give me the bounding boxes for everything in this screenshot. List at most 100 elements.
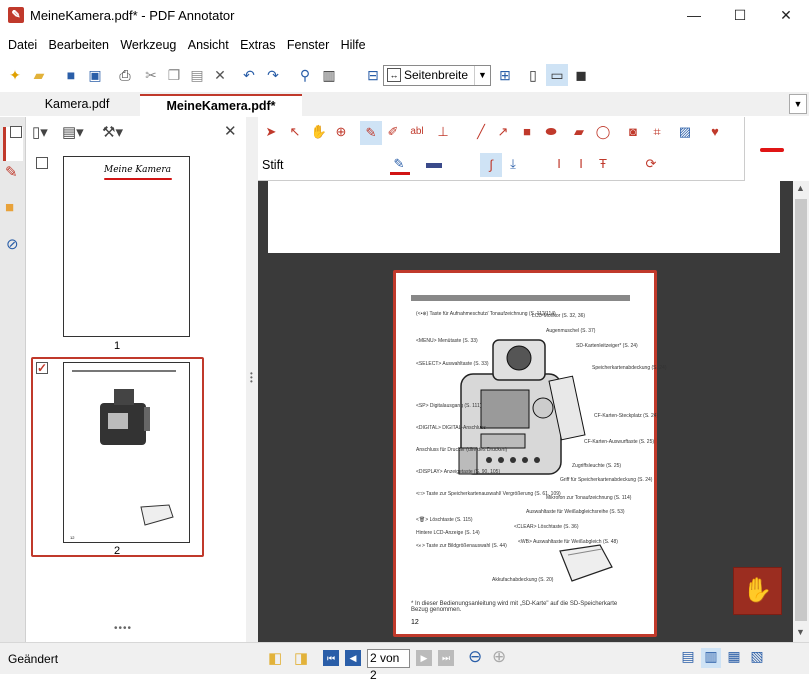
prev-page-icon[interactable]: ◀ [345,650,361,666]
hand-tool-icon[interactable]: ✋ [733,567,782,615]
cut-icon[interactable]: ✂ [140,64,162,86]
single-page-layout-icon[interactable]: ▤ [678,648,698,668]
resize-grip[interactable]: •••• [114,623,132,634]
next-document-icon[interactable]: ◨ [294,649,308,667]
menu-fenster[interactable]: Fenster [283,35,333,52]
text-squiggly-icon[interactable]: I [572,155,590,173]
save-as-icon[interactable]: ▣ [84,64,106,86]
tab-meinekamera[interactable]: MeineKamera.pdf* [140,94,302,116]
label-right: LCD-Monitor (S. 32, 36) [532,313,586,319]
ellipse-icon[interactable]: ⬬ [542,123,560,141]
zoom-out-icon[interactable]: ⊟ [362,64,384,86]
forward-icon[interactable]: ⊕ [492,647,506,667]
camera-icon[interactable]: ◙ [624,123,642,141]
open-folder-icon[interactable]: ▰ [28,64,50,86]
menu-bearbeiten[interactable]: Bearbeiten [45,35,113,52]
find-icon[interactable]: ⚲ [294,64,316,86]
crop-icon[interactable]: ⌗ [648,123,666,141]
pen-tool-icon[interactable]: ✎ [360,121,382,145]
text-box-icon[interactable]: abl [408,123,426,141]
page-2[interactable]: (<•⊕) Taste für Aufnahmeschutz/ Tonaufze… [393,270,667,637]
pen-width-swatch[interactable] [426,163,442,168]
text-select-icon[interactable]: ↖ [286,123,304,141]
first-page-icon[interactable]: ⏮ [323,650,339,666]
paste-icon[interactable]: ▤ [186,64,208,86]
fit-width-icon[interactable]: ▭ [546,64,568,86]
favorites-heart-icon[interactable]: ♥ [706,123,724,141]
document-view[interactable]: (<•⊕) Taste für Aufnahmeschutz/ Tonaufze… [258,181,793,642]
copy-icon[interactable]: ❐ [163,64,185,86]
lasso-icon[interactable]: ◯ [594,123,612,141]
close-panel-icon[interactable]: ✕ [224,122,237,140]
vertical-scrollbar[interactable]: ▲ ▼ [793,181,809,642]
text-strikeout-icon[interactable]: Ŧ [594,155,612,173]
smooth-stroke-icon[interactable]: ∫ [480,153,502,177]
undo-icon[interactable]: ↶ [238,64,260,86]
stamp-icon[interactable]: ⊥ [434,123,452,141]
pdf-annotator-icon: ✎ [8,7,24,23]
text-underline-icon[interactable]: I [550,155,568,173]
status-text: Geändert [8,652,59,666]
thumbnail-page-1[interactable]: Meine Kamera [63,156,190,337]
bookmark-icon[interactable]: ▥ [318,64,340,86]
back-icon[interactable]: ⊖ [468,647,482,667]
thumbnail-checkbox-checked[interactable]: ✓ [36,362,48,374]
book-icon[interactable]: ▤▾ [62,123,84,141]
hand-icon[interactable]: ✋ [310,123,328,141]
zoom-select[interactable]: ↔ Seitenbreite ▼ [383,65,491,86]
straighten-icon[interactable]: ⤓ [504,155,522,173]
insert-image-icon[interactable]: ▨ [676,123,694,141]
magnifier-icon[interactable]: ⊕ [332,123,350,141]
battery-cover-illustration [559,544,613,582]
page-icon[interactable]: ▯▾ [32,123,48,141]
thumbnail-page-2[interactable]: 12 [63,362,190,543]
label-right: Akkufachabdeckung (S. 20) [492,577,554,583]
redo-icon[interactable]: ↷ [262,64,284,86]
close-button[interactable]: ✕ [763,0,809,31]
wrench-icon[interactable]: ⚒▾ [102,123,123,141]
arrow-icon[interactable]: ↗ [494,123,512,141]
line-icon[interactable]: ╱ [472,123,490,141]
book-layout-icon[interactable]: ▧ [747,648,767,668]
tab-list-chevron-icon[interactable]: ▼ [789,94,807,114]
tab-kamera[interactable]: Kamera.pdf [18,94,136,116]
highlighter-icon[interactable]: ✐ [384,123,402,141]
save-icon[interactable]: ■ [60,64,82,86]
pen-color-swatch [390,172,410,175]
menu-ansicht[interactable]: Ansicht [184,35,233,52]
chevron-down-icon[interactable]: ▼ [474,66,490,85]
pen-color-icon[interactable]: ✎ [390,155,408,173]
maximize-button[interactable]: ☐ [717,0,763,31]
single-page-view-icon[interactable]: ▯ [522,64,544,86]
continuous-layout-icon[interactable]: ▥ [701,648,721,668]
menu-werkzeug[interactable]: Werkzeug [116,35,180,52]
rectangle-icon[interactable]: ■ [518,123,536,141]
menu-extras[interactable]: Extras [236,35,279,52]
select-all-checkbox[interactable] [10,126,22,138]
thumbnail-checkbox[interactable] [36,157,48,169]
panel-splitter[interactable]: • • • [246,117,258,642]
last-page-icon[interactable]: ⏭ [438,650,454,666]
page-number-input[interactable]: 2 von 2 [367,649,410,682]
prev-document-icon[interactable]: ◧ [268,649,282,667]
annotation-pen-icon[interactable]: ✎ [5,163,18,181]
eraser-icon[interactable]: ▰ [570,123,588,141]
folder-icon[interactable]: ■ [5,199,14,216]
scroll-thumb[interactable] [795,199,807,621]
select-arrow-icon[interactable]: ➤ [262,123,280,141]
fullscreen-icon[interactable]: ◼ [570,64,592,86]
attachment-icon[interactable]: ⊘ [6,235,19,253]
print-icon[interactable]: ⎙ [114,64,136,86]
favorite-pen-icon[interactable]: ⟳ [642,155,660,173]
zoom-in-icon[interactable]: ⊞ [494,64,516,86]
label-left: <DISPLAY> Anzeigetaste (S. 90, 105) [416,469,501,475]
new-file-icon[interactable]: ✦ [4,64,26,86]
menu-hilfe[interactable]: Hilfe [337,35,370,52]
delete-icon[interactable]: ✕ [209,64,231,86]
scroll-up-icon[interactable]: ▲ [796,183,805,193]
menu-datei[interactable]: Datei [0,35,41,52]
scroll-down-icon[interactable]: ▼ [796,627,805,637]
next-page-icon[interactable]: ▶ [416,650,432,666]
two-page-layout-icon[interactable]: ▦ [724,648,744,668]
minimize-button[interactable]: — [671,0,717,31]
